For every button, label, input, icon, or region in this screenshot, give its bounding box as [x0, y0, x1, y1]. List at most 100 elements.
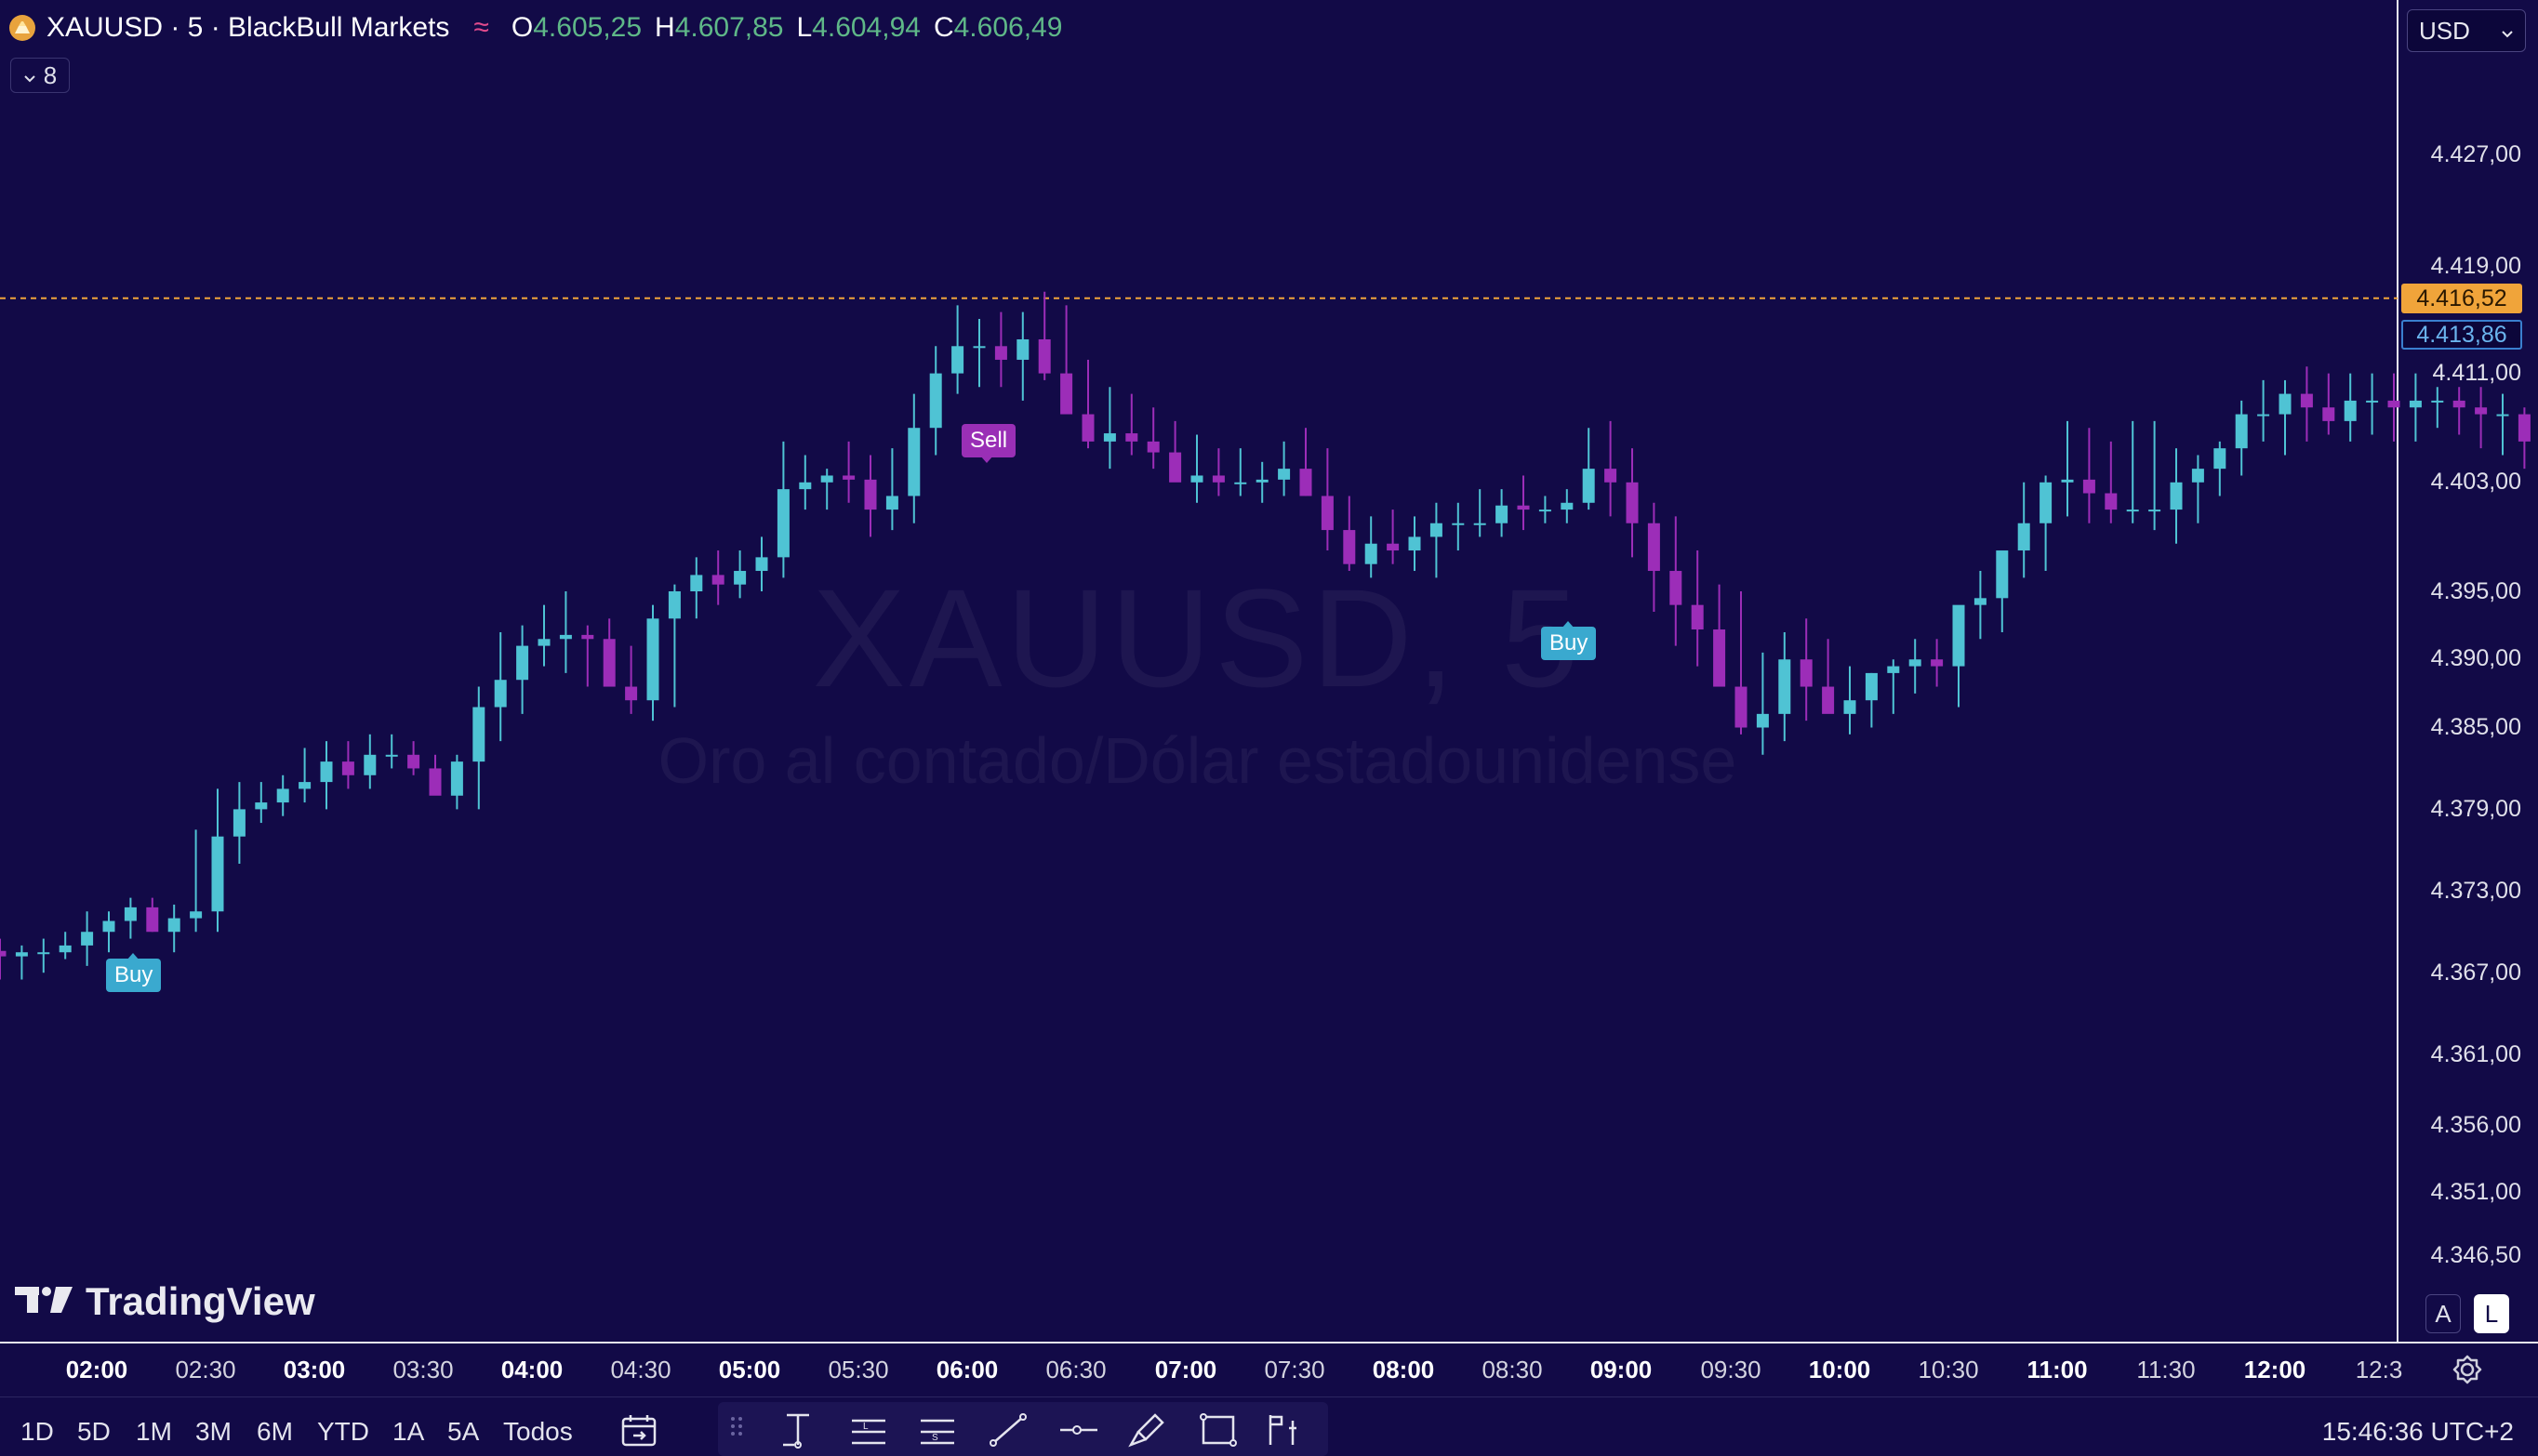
- time-axis-label: 03:30: [392, 1356, 454, 1383]
- candle-up: [799, 482, 812, 490]
- chevron-down-icon: [23, 61, 36, 90]
- trend-line-tool-icon[interactable]: [988, 1411, 1029, 1453]
- candle-down: [2300, 393, 2313, 408]
- price-axis-label: 4.367,00: [2430, 960, 2521, 986]
- price-axis-label: 4.385,00: [2430, 714, 2521, 740]
- candle-down: [146, 907, 159, 933]
- drag-handle-icon[interactable]: [729, 1411, 744, 1449]
- candle-down: [2322, 407, 2335, 421]
- candle-down: [1321, 496, 1334, 531]
- time-axis-label: 10:00: [1808, 1356, 1871, 1383]
- price-axis-label: 4.361,00: [2430, 1041, 2521, 1067]
- range-button-1m[interactable]: 1M: [136, 1417, 172, 1447]
- symbol-title[interactable]: XAUUSD · 5 · BlackBull Markets: [47, 12, 449, 44]
- secondary-price-tag: 4.413,86: [2401, 320, 2522, 350]
- candle-up: [1429, 523, 1442, 537]
- range-button-5a[interactable]: 5A: [447, 1417, 479, 1447]
- ohlc-high-value: 4.607,85: [674, 12, 784, 43]
- range-button-3m[interactable]: 3M: [195, 1417, 232, 1447]
- sell-signal-label: Sell: [962, 424, 1017, 457]
- candle-up: [2409, 400, 2422, 408]
- price-axis-label: 4.351,00: [2430, 1179, 2521, 1205]
- candle-up: [2040, 482, 2053, 523]
- candle-up: [2235, 414, 2248, 449]
- candle-up: [167, 918, 180, 933]
- candle-down: [0, 950, 7, 957]
- time-axis-label: 07:00: [1154, 1356, 1217, 1383]
- candle-down: [2082, 479, 2095, 494]
- range-button-1a[interactable]: 1A: [392, 1417, 424, 1447]
- candle-up: [37, 952, 50, 955]
- candle-up: [1495, 505, 1508, 523]
- candle-up: [1452, 523, 1465, 525]
- range-button-todos[interactable]: Todos: [503, 1417, 573, 1447]
- date-price-range-tool-icon[interactable]: [1265, 1411, 1306, 1453]
- price-axis-label: 4.419,00: [2430, 253, 2521, 279]
- utc-clock[interactable]: 15:46:36 UTC+2: [2322, 1417, 2514, 1447]
- candle-up: [2191, 469, 2204, 483]
- candle-down: [1604, 469, 1617, 483]
- auto-scale-button[interactable]: A: [2425, 1294, 2461, 1333]
- candle-up: [255, 802, 268, 810]
- ohlc-open-value: 4.605,25: [533, 12, 643, 43]
- long-position-tool-icon[interactable]: L: [848, 1411, 889, 1453]
- range-button-5d[interactable]: 5D: [77, 1417, 111, 1447]
- candle-up: [1582, 469, 1595, 503]
- time-axis-label: 03:00: [283, 1356, 346, 1383]
- currency-select[interactable]: USD: [2407, 9, 2526, 52]
- candle-up: [2061, 479, 2074, 483]
- candle-up: [1103, 433, 1116, 442]
- short-position-tool-icon[interactable]: S: [917, 1411, 958, 1453]
- gold-symbol-icon[interactable]: [9, 15, 35, 41]
- candle-up: [2496, 414, 2509, 417]
- log-scale-button[interactable]: L: [2474, 1294, 2509, 1333]
- time-axis-label: 12:3: [2355, 1356, 2403, 1383]
- svg-text:S: S: [932, 1433, 938, 1443]
- buy-signal-label: Buy: [106, 959, 162, 992]
- range-button-1d[interactable]: 1D: [20, 1417, 54, 1447]
- ohlc-close-value: 4.606,49: [953, 12, 1063, 43]
- price-axis-label: 4.390,00: [2430, 645, 2521, 671]
- horizontal-ray-tool-icon[interactable]: [1058, 1411, 1099, 1453]
- range-button-6m[interactable]: 6M: [257, 1417, 293, 1447]
- chart-settings-gear-icon[interactable]: [2452, 1354, 2483, 1390]
- time-axis-label: 11:30: [2136, 1356, 2196, 1383]
- ohlc-high-label: H: [655, 12, 675, 43]
- candle-up: [951, 346, 964, 374]
- candle-down: [1125, 433, 1138, 442]
- time-axis-label: 09:30: [1700, 1356, 1761, 1383]
- ohlc-low-value: 4.604,94: [812, 12, 921, 43]
- price-axis-label: 4.346,50: [2430, 1242, 2521, 1268]
- candle-up: [2148, 510, 2161, 512]
- calendar-goto-icon[interactable]: [620, 1413, 658, 1453]
- ohlc-low-label: L: [796, 12, 813, 43]
- time-axis-label: 09:00: [1589, 1356, 1653, 1383]
- price-axis-label: 4.427,00: [2430, 141, 2521, 167]
- currency-value: USD: [2419, 16, 2470, 45]
- candle-down: [1147, 441, 1160, 453]
- buy-signal-label: Buy: [1541, 627, 1597, 660]
- range-button-ytd[interactable]: YTD: [317, 1417, 369, 1447]
- candle-up: [1256, 479, 1269, 483]
- time-axis-label: 10:30: [1918, 1356, 1979, 1383]
- candle-down: [1038, 338, 1051, 374]
- candle-down: [1387, 543, 1400, 551]
- candle-up: [1561, 502, 1574, 510]
- candle-up: [777, 489, 790, 558]
- tradingview-logo[interactable]: TradingView: [15, 1279, 315, 1324]
- candle-up: [59, 945, 72, 953]
- candle-down: [843, 475, 856, 480]
- candle-down: [1060, 373, 1073, 415]
- candle-up: [124, 907, 137, 921]
- candle-down: [864, 479, 877, 510]
- rectangle-tool-icon[interactable]: [1198, 1411, 1239, 1453]
- brush-tool-icon[interactable]: [1127, 1411, 1168, 1453]
- watermark-description: Oro al contado/Dólar estadounidense: [658, 724, 1737, 797]
- candle-up: [1234, 482, 1247, 484]
- candle-down: [2518, 414, 2531, 442]
- market-status-icon: ≈: [473, 12, 489, 43]
- indicators-toggle-button[interactable]: 8: [10, 58, 70, 93]
- candle-up: [820, 475, 833, 483]
- vertical-line-tool-icon[interactable]: [779, 1411, 817, 1453]
- candle-up: [2170, 482, 2183, 510]
